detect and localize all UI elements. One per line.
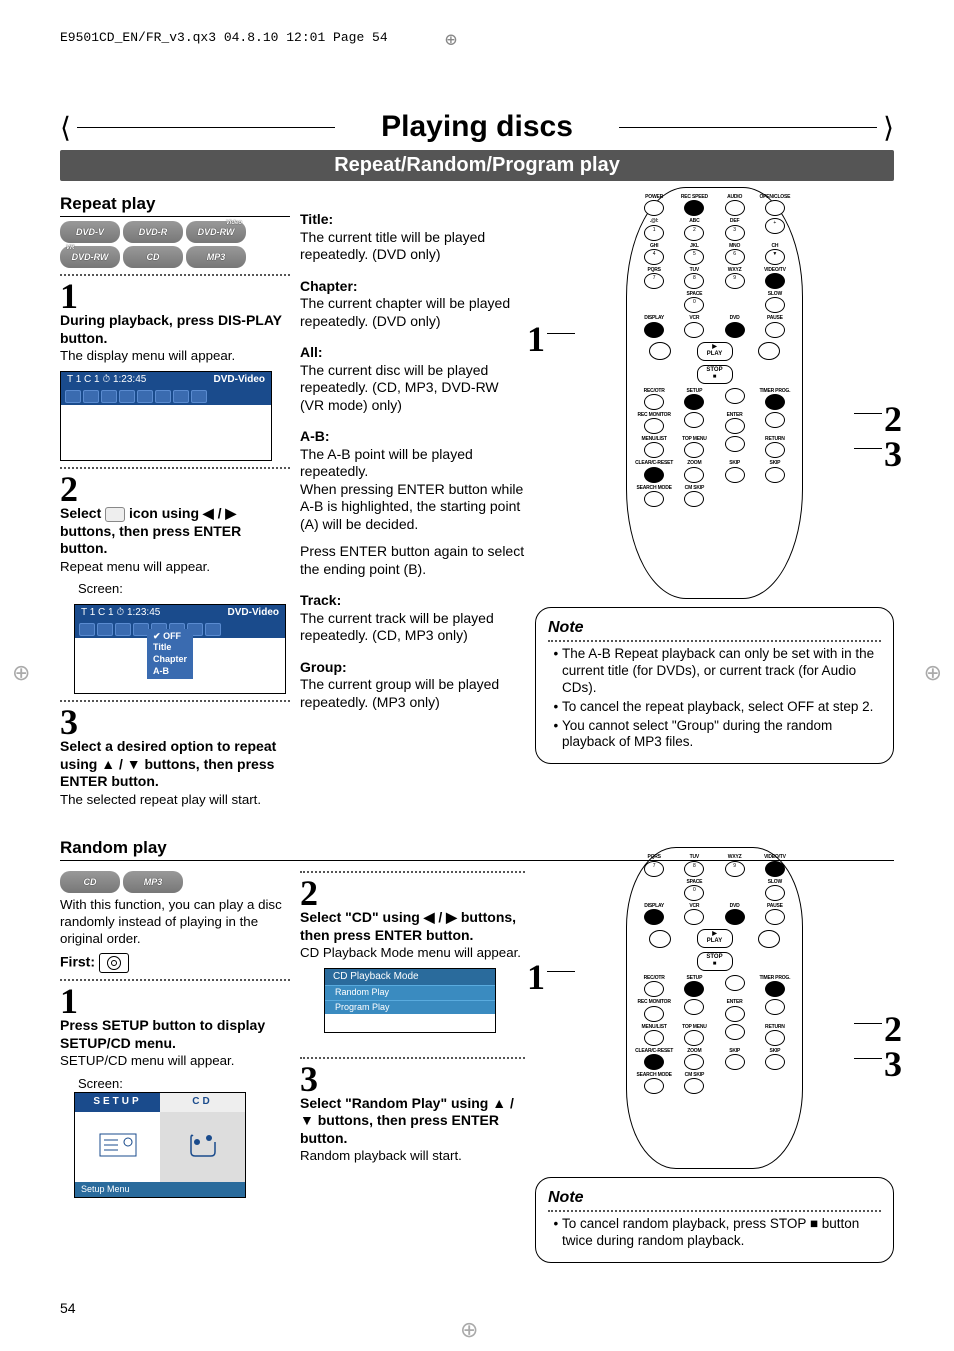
callout-1: 1 [527, 317, 545, 362]
crop-mark-icon: ⊕ [460, 1317, 478, 1343]
media-badges: DVD-V DVD-R VideoDVD-RW VRDVD-RW CD MP3 [60, 221, 290, 268]
repeat-note-box: Note The A-B Repeat playback can only be… [535, 607, 894, 764]
remote-control-diagram-2: PQRS7 TUV8 WXYZ9 VIDEO/TV SPACE0 SLOW DI… [626, 847, 803, 1169]
step-2-num: 2 [60, 471, 290, 507]
random-callout-1: 1 [527, 955, 545, 1000]
repeat-dropdown: ✔ OFF Title Chapter A-B [147, 629, 193, 680]
page-number: 54 [60, 1300, 76, 1316]
step-1-num: 1 [60, 278, 290, 314]
crop-mark-icon: ⊕ [12, 660, 30, 686]
step-1-bold: During playback, press DIS-PLAY button. [60, 312, 282, 346]
print-header-text: E9501CD_EN/FR_v3.qx3 04.8.10 12:01 Page … [60, 30, 388, 45]
crop-mark-icon: ⊕ [924, 660, 942, 686]
remote-control-diagram: POWER REC SPEED AUDIO OPEN/CLOSE .@/:1 A… [626, 187, 803, 599]
page-title: Playing discs [381, 110, 573, 144]
chevron-left-icon: ⟨ [60, 111, 71, 144]
setup-menu-screen: SETUPCD Setup Menu [74, 1092, 246, 1198]
crop-mark-icon: ⊕ [445, 27, 457, 53]
random-callout-3: 3 [884, 1042, 902, 1087]
disc-icon [99, 953, 129, 973]
repeat-heading: Repeat play [60, 193, 290, 214]
repeat-icon [105, 507, 125, 522]
sub-header: Repeat/Random/Program play [60, 150, 894, 181]
display-screen-2: T 1 C 1 ⏱ 1:23:45DVD-Video ✔ OFF Title C… [74, 604, 286, 695]
step-3-num: 3 [60, 704, 290, 740]
print-header: E9501CD_EN/FR_v3.qx3 04.8.10 12:01 Page … [60, 30, 894, 45]
step-3-bold: Select a desired option to repeat using … [60, 738, 276, 789]
cd-playback-menu: CD Playback Mode Random Play Program Pla… [324, 968, 496, 1033]
display-screen-1: T 1 C 1 ⏱ 1:23:45DVD-Video [60, 371, 272, 462]
chevron-right-icon: ⟩ [883, 111, 894, 144]
callout-3: 3 [884, 432, 902, 477]
random-note-box: Note To cancel random playback, press ST… [535, 1177, 894, 1263]
